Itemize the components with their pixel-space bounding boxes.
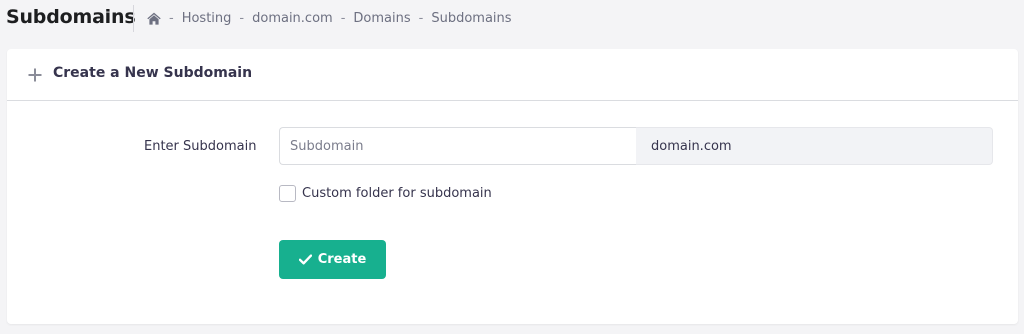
subdomain-input[interactable] xyxy=(279,127,636,165)
breadcrumb-separator: - xyxy=(239,11,245,26)
subdomain-input-group: domain.com xyxy=(279,127,993,165)
subdomain-label: Enter Subdomain xyxy=(144,139,257,154)
card-header: Create a New Subdomain xyxy=(7,49,1018,101)
plus-icon xyxy=(28,67,42,82)
breadcrumb-domains[interactable]: Domains xyxy=(353,11,410,26)
card-title: Create a New Subdomain xyxy=(53,65,253,81)
custom-folder-label[interactable]: Custom folder for subdomain xyxy=(302,186,492,201)
breadcrumb-separator: - xyxy=(169,11,174,26)
breadcrumb-subdomains: Subdomains xyxy=(431,11,512,26)
domain-suffix: domain.com xyxy=(636,127,993,165)
check-icon xyxy=(298,254,318,265)
create-button[interactable]: Create xyxy=(279,240,386,279)
create-button-label: Create xyxy=(317,252,367,267)
breadcrumb: - Hosting - domain.com - Domains - Subdo… xyxy=(147,11,512,26)
breadcrumb-domain[interactable]: domain.com xyxy=(252,11,333,26)
header-divider xyxy=(133,5,134,32)
breadcrumb-hosting[interactable]: Hosting xyxy=(182,11,232,26)
breadcrumb-separator: - xyxy=(418,11,424,26)
page-header: Subdomains - Hosting - domain.com - Doma… xyxy=(0,0,1024,38)
breadcrumb-separator: - xyxy=(340,11,346,26)
create-subdomain-card: Create a New Subdomain Enter Subdomain d… xyxy=(7,49,1018,324)
custom-folder-checkbox[interactable] xyxy=(279,185,296,202)
custom-folder-option[interactable]: Custom folder for subdomain xyxy=(279,185,492,202)
page-title: Subdomains xyxy=(6,6,136,28)
home-icon[interactable] xyxy=(147,12,161,25)
